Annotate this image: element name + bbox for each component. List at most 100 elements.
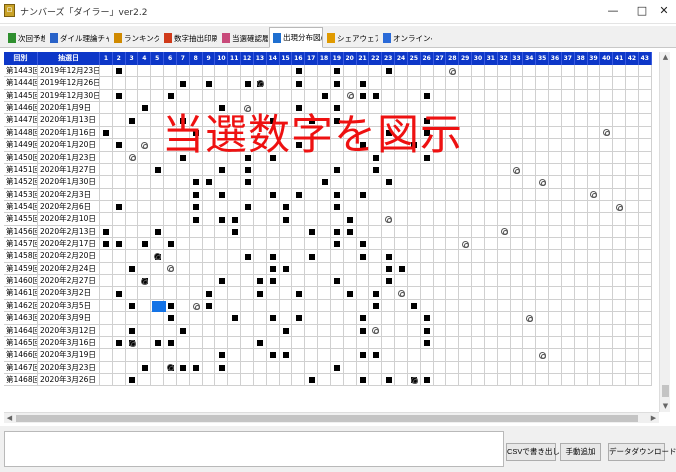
grid-cell[interactable]: [407, 176, 421, 189]
grid-cell[interactable]: [536, 65, 550, 78]
grid-cell[interactable]: [510, 139, 524, 152]
grid-cell[interactable]: [523, 200, 537, 214]
grid-cell[interactable]: [241, 374, 254, 387]
grid-cell[interactable]: [228, 324, 242, 337]
grid-cell[interactable]: [484, 262, 498, 276]
grid-cell[interactable]: [574, 287, 588, 300]
grid-cell[interactable]: [536, 213, 550, 226]
grid-cell[interactable]: [472, 374, 485, 387]
grid-cell[interactable]: [292, 225, 306, 239]
grid-cell[interactable]: [125, 238, 139, 251]
grid-cell[interactable]: [266, 77, 280, 90]
grid-cell[interactable]: [613, 89, 627, 103]
grid-cell[interactable]: [253, 65, 267, 78]
grid-cell[interactable]: [600, 349, 614, 362]
grid-cell[interactable]: [574, 89, 588, 103]
grid-cell[interactable]: [202, 312, 216, 325]
grid-cell[interactable]: [395, 188, 408, 201]
grid-cell[interactable]: [100, 65, 113, 78]
grid-cell[interactable]: [407, 213, 421, 226]
grid-cell[interactable]: [176, 336, 190, 350]
grid-cell[interactable]: [305, 65, 319, 78]
grid-cell[interactable]: [587, 312, 601, 325]
grid-cell[interactable]: [420, 200, 434, 214]
grid-cell[interactable]: [446, 188, 460, 201]
grid-cell[interactable]: [472, 163, 485, 177]
grid-cell[interactable]: [176, 65, 190, 78]
grid-cell[interactable]: [613, 225, 627, 239]
grid-cell[interactable]: [446, 275, 460, 288]
grid-cell[interactable]: [292, 349, 306, 362]
grid-cell[interactable]: [176, 200, 190, 214]
grid-cell[interactable]: [472, 176, 485, 189]
grid-cell[interactable]: [459, 324, 473, 337]
grid-cell[interactable]: [638, 374, 652, 387]
grid-cell[interactable]: [407, 324, 421, 337]
grid-cell[interactable]: [279, 275, 293, 288]
grid-cell[interactable]: [497, 349, 511, 362]
grid-cell[interactable]: [138, 200, 152, 214]
grid-cell[interactable]: [433, 349, 447, 362]
grid-cell[interactable]: [292, 299, 306, 313]
grid-cell[interactable]: [292, 176, 306, 189]
grid-cell[interactable]: [125, 77, 139, 90]
grid-cell[interactable]: [574, 139, 588, 152]
grid-cell[interactable]: [561, 77, 575, 90]
grid-cell[interactable]: [176, 349, 190, 362]
grid-cell[interactable]: [407, 89, 421, 103]
grid-cell[interactable]: [587, 213, 601, 226]
grid-cell[interactable]: [600, 114, 614, 127]
grid-cell[interactable]: [574, 163, 588, 177]
grid-cell[interactable]: [510, 299, 524, 313]
grid-cell[interactable]: [561, 299, 575, 313]
grid-cell[interactable]: [382, 200, 396, 214]
grid-cell[interactable]: [613, 287, 627, 300]
grid-cell[interactable]: [433, 299, 447, 313]
grid-cell[interactable]: [561, 324, 575, 337]
grid-cell[interactable]: [484, 336, 498, 350]
grid-cell[interactable]: [266, 163, 280, 177]
grid-cell[interactable]: [574, 299, 588, 313]
grid-cell[interactable]: [369, 336, 383, 350]
grid-cell[interactable]: [382, 188, 396, 201]
grid-cell[interactable]: [587, 200, 601, 214]
grid-cell[interactable]: [600, 225, 614, 239]
grid-cell[interactable]: [523, 238, 537, 251]
grid-cell[interactable]: [472, 275, 485, 288]
grid-cell[interactable]: [574, 176, 588, 189]
grid-cell[interactable]: [228, 299, 242, 313]
grid-cell[interactable]: [343, 238, 357, 251]
vertical-scroll-thumb[interactable]: [662, 385, 669, 397]
grid-cell[interactable]: [484, 89, 498, 103]
grid-cell[interactable]: [202, 65, 216, 78]
grid-cell[interactable]: [382, 336, 396, 350]
grid-cell[interactable]: [561, 336, 575, 350]
grid-cell[interactable]: [100, 139, 113, 152]
grid-cell[interactable]: [100, 102, 113, 115]
grid-cell[interactable]: [112, 225, 126, 239]
grid-cell[interactable]: [266, 65, 280, 78]
grid-cell[interactable]: [600, 65, 614, 78]
grid-cell[interactable]: [318, 299, 331, 313]
grid-cell[interactable]: [574, 262, 588, 276]
grid-cell[interactable]: [202, 374, 216, 387]
grid-cell[interactable]: [112, 77, 126, 90]
grid-cell[interactable]: [125, 139, 139, 152]
grid-cell[interactable]: [369, 262, 383, 276]
grid-cell[interactable]: [510, 262, 524, 276]
grid-cell[interactable]: [484, 200, 498, 214]
grid-cell[interactable]: [638, 188, 652, 201]
grid-cell[interactable]: [549, 65, 562, 78]
grid-cell[interactable]: [497, 77, 511, 90]
grid-cell[interactable]: [395, 250, 408, 263]
grid-cell[interactable]: [536, 77, 550, 90]
grid-cell[interactable]: [138, 312, 152, 325]
grid-cell[interactable]: [497, 114, 511, 127]
grid-cell[interactable]: [343, 361, 357, 374]
grid-cell[interactable]: [549, 151, 562, 164]
grid-cell[interactable]: [472, 336, 485, 350]
grid-cell[interactable]: [266, 324, 280, 337]
grid-cell[interactable]: [407, 65, 421, 78]
grid-cell[interactable]: [125, 361, 139, 374]
grid-cell[interactable]: [253, 200, 267, 214]
